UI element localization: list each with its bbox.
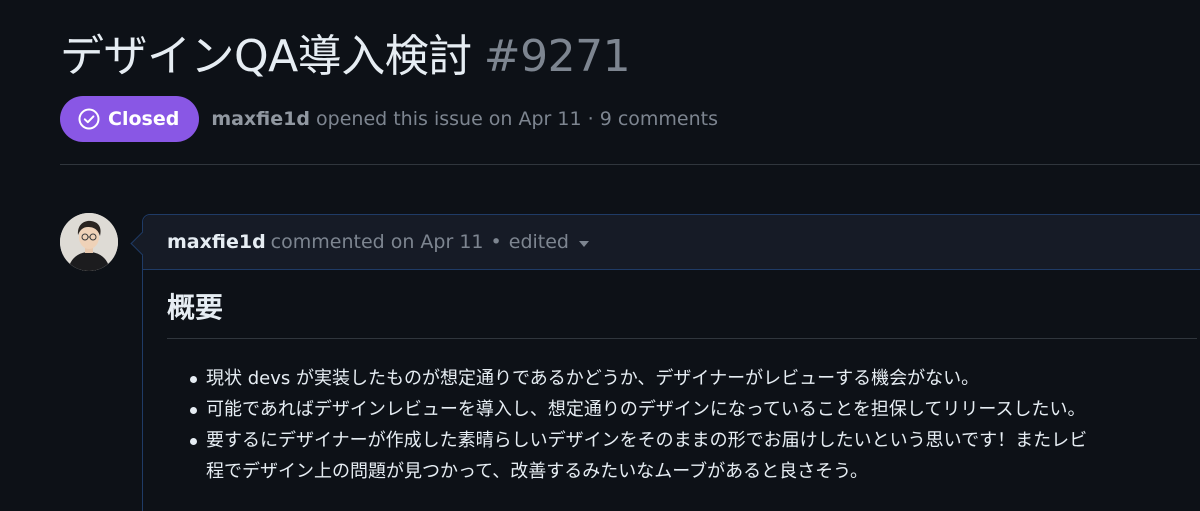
comment-header: maxfie1d commented on Apr 11 • edited: [143, 215, 1200, 270]
state-label: Closed: [108, 108, 180, 130]
list-item-text-continued: 程でデザイン上の問題が見つかって、改善するみたいなムーブがあると良さそう。: [206, 461, 869, 482]
list-item-text: 可能であればデザインレビューを導入し、想定通りのデザインになっていることを担保し…: [206, 399, 1086, 420]
issue-author-link[interactable]: maxfie1d: [211, 108, 310, 130]
edited-separator: •: [490, 231, 502, 253]
list-item-text: 現状 devs が実装したものが想定通りであるかどうか、デザイナーがレビューする…: [206, 368, 980, 389]
issue-number: #9271: [483, 31, 631, 82]
comment-timestamp[interactable]: commented on Apr 11: [271, 231, 484, 253]
comment-box: maxfie1d commented on Apr 11 • edited 概要…: [142, 214, 1200, 511]
issue-title-row: デザインQA導入検討 #9271: [60, 24, 631, 90]
check-circle-icon: [78, 108, 100, 130]
header-divider: [60, 164, 1200, 165]
body-list: 現状 devs が実装したものが想定通りであるかどうか、デザイナーがレビューする…: [167, 363, 1197, 487]
issue-meta-text: maxfie1d opened this issue on Apr 11 · 9…: [211, 108, 718, 130]
list-item: 要するにデザイナーが作成した素晴らしいデザインをそのままの形でお届けしたいという…: [190, 425, 1197, 487]
edited-label: edited: [508, 231, 569, 253]
issue-page: デザインQA導入検討 #9271 Closed maxfie1d opened t…: [0, 0, 1200, 511]
edited-history-button[interactable]: edited: [509, 231, 589, 253]
list-item: 可能であればデザインレビューを導入し、想定通りのデザインになっていることを担保し…: [190, 394, 1197, 425]
list-item-text: 要するにデザイナーが作成した素晴らしいデザインをそのままの形でお届けしたいという…: [206, 430, 1088, 451]
avatar[interactable]: [60, 213, 118, 271]
issue-meta: Closed maxfie1d opened this issue on Apr…: [60, 96, 718, 142]
avatar-portrait: [60, 213, 118, 271]
issue-title: デザインQA導入検討: [60, 31, 472, 82]
state-badge-closed: Closed: [60, 96, 200, 142]
comment-author-link[interactable]: maxfie1d: [167, 231, 266, 253]
caret-down-icon: [578, 241, 589, 247]
body-heading: 概要: [167, 288, 1197, 339]
comment-body: 概要 現状 devs が実装したものが想定通りであるかどうか、デザイナーがレビュ…: [143, 270, 1200, 487]
list-item: 現状 devs が実装したものが想定通りであるかどうか、デザイナーがレビューする…: [190, 363, 1197, 394]
issue-opened-text: opened this issue on Apr 11 · 9 comments: [316, 108, 718, 130]
